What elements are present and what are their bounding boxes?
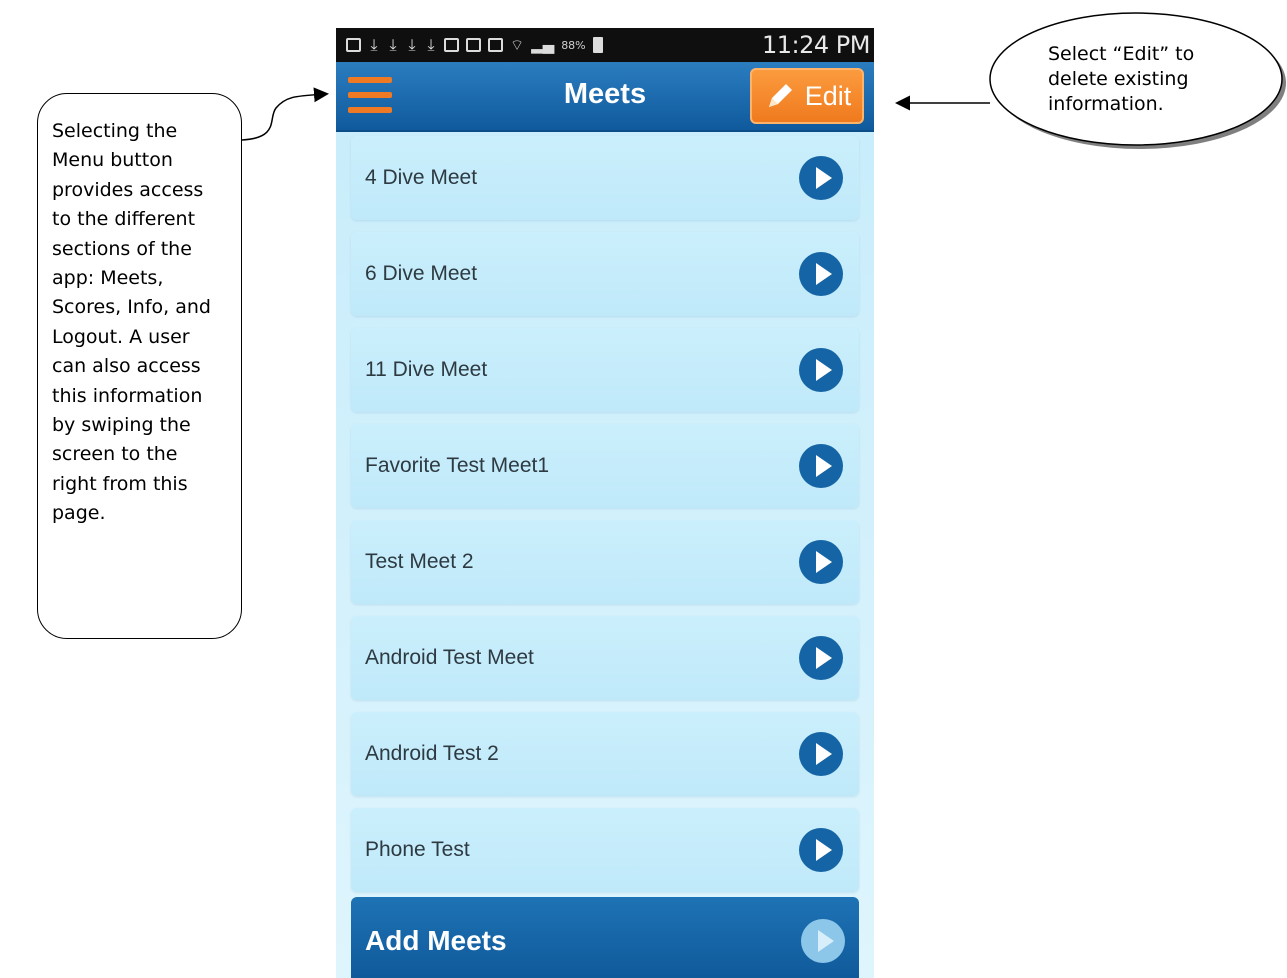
meet-name: Phone Test — [365, 838, 470, 861]
phone-screen: ⤓ ⤓ ⤓ ⤓ ⌔ ▂▄ 88% 11:24 PM Meets Edit 4 D… — [336, 28, 874, 978]
play-arrow-icon — [801, 919, 845, 963]
wifi-icon: ⌔ — [510, 36, 525, 54]
notification-icon — [346, 38, 361, 52]
app-icon — [444, 38, 459, 52]
meet-name: Android Test Meet — [365, 646, 534, 669]
play-arrow-icon[interactable] — [799, 444, 843, 488]
status-time: 11:24 PM — [762, 31, 870, 59]
play-arrow-icon[interactable] — [799, 252, 843, 296]
download-icon: ⤓ — [370, 35, 378, 54]
add-meets-label: Add Meets — [365, 925, 507, 956]
play-arrow-icon[interactable] — [799, 828, 843, 872]
download-icon: ⤓ — [408, 35, 416, 54]
list-item[interactable]: 11 Dive Meet — [351, 328, 859, 412]
status-bar: ⤓ ⤓ ⤓ ⤓ ⌔ ▂▄ 88% 11:24 PM — [336, 28, 874, 62]
play-arrow-icon[interactable] — [799, 348, 843, 392]
play-arrow-icon[interactable] — [799, 156, 843, 200]
meet-name: Android Test 2 — [365, 742, 499, 765]
edit-button-label: Edit — [804, 80, 852, 111]
battery-icon — [592, 37, 603, 53]
list-item[interactable]: Android Test Meet — [351, 616, 859, 700]
meet-name: Test Meet 2 — [365, 550, 474, 573]
status-icons: ⤓ ⤓ ⤓ ⤓ ⌔ ▂▄ 88% — [346, 33, 603, 57]
app-header: Meets Edit — [336, 62, 874, 132]
play-arrow-icon[interactable] — [799, 540, 843, 584]
list-item[interactable]: Test Meet 2 — [351, 520, 859, 604]
download-icon: ⤓ — [427, 35, 435, 54]
meets-list: 4 Dive Meet 6 Dive Meet 11 Dive Meet Fav… — [351, 136, 859, 904]
meet-name: Favorite Test Meet1 — [365, 454, 550, 477]
meet-name: 11 Dive Meet — [365, 358, 488, 381]
image-icon — [488, 38, 503, 52]
list-item[interactable]: 6 Dive Meet — [351, 232, 859, 316]
play-arrow-icon[interactable] — [799, 636, 843, 680]
list-item[interactable]: 4 Dive Meet — [351, 136, 859, 220]
edit-button[interactable]: Edit — [750, 68, 864, 124]
signal-icon: ▂▄ — [531, 36, 555, 54]
add-meets-button[interactable]: Add Meets — [351, 897, 859, 978]
list-item[interactable]: Android Test 2 — [351, 712, 859, 796]
meet-name: 6 Dive Meet — [365, 262, 478, 285]
edit-callout-text: Select “Edit” to delete existing informa… — [1048, 43, 1195, 115]
list-item[interactable]: Phone Test — [351, 808, 859, 892]
menu-callout-arrow — [241, 87, 329, 141]
download-icon: ⤓ — [389, 35, 397, 54]
battery-percent: 88% — [561, 38, 586, 52]
list-item[interactable]: Favorite Test Meet1 — [351, 424, 859, 508]
play-arrow-icon[interactable] — [799, 732, 843, 776]
pencil-icon — [768, 84, 792, 107]
app-icon — [466, 38, 481, 52]
meet-name: 4 Dive Meet — [365, 166, 478, 189]
